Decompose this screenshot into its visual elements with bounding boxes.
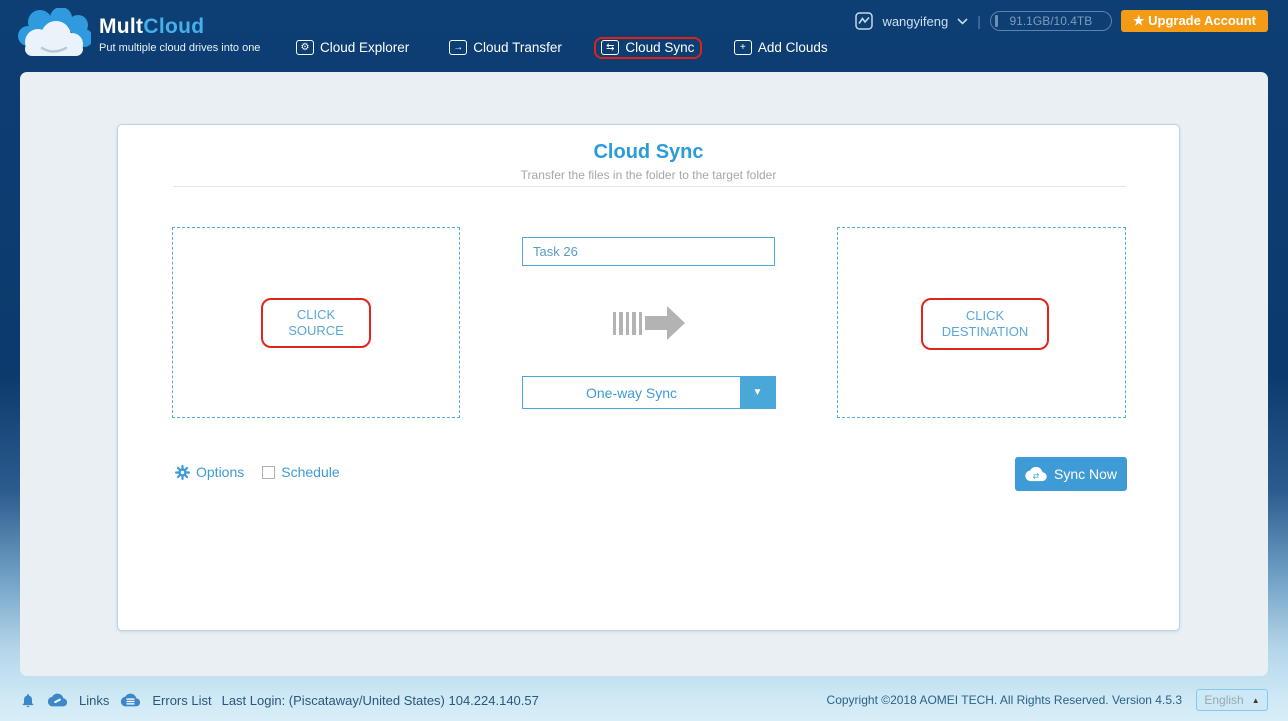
- chevron-down-icon[interactable]: [957, 17, 968, 25]
- nav-item-cloud-sync[interactable]: ⇆ Cloud Sync: [593, 36, 702, 59]
- cloud-link-icon[interactable]: [46, 692, 69, 708]
- folder-sync-icon: ⇆: [601, 40, 620, 55]
- svg-text:⇄: ⇄: [1033, 471, 1040, 480]
- page-title: Cloud Sync: [593, 141, 704, 163]
- last-login-text: Last Login: (Piscataway/United States) 1…: [221, 692, 539, 708]
- page-subtitle: Transfer the files in the folder to the …: [520, 168, 777, 182]
- errors-list-link[interactable]: Errors List: [152, 693, 211, 708]
- divider: [173, 186, 1126, 187]
- logo[interactable]: MultCloud Put multiple cloud drives into…: [16, 8, 260, 60]
- options-link[interactable]: Options: [196, 464, 244, 480]
- dropdown-arrow-icon[interactable]: ▼: [740, 377, 775, 408]
- nav-item-add-clouds[interactable]: + Add Clouds: [726, 36, 836, 59]
- sync-now-button[interactable]: ⇄ Sync Now: [1015, 457, 1127, 491]
- folder-gear-icon: ⚙: [296, 40, 314, 55]
- sync-mode-value: One-way Sync: [585, 384, 678, 401]
- upgrade-account-button[interactable]: ★ Upgrade Account: [1120, 10, 1268, 32]
- logo-text: MultCloud Put multiple cloud drives into…: [99, 15, 260, 54]
- folder-plus-icon: +: [733, 40, 752, 55]
- sync-now-label: Sync Now: [1053, 466, 1118, 482]
- nav-label: Cloud Explorer: [320, 40, 410, 55]
- links-link[interactable]: Links: [79, 693, 109, 708]
- folder-arrow-icon: →: [449, 40, 468, 55]
- brand-cloud: Cloud: [143, 14, 205, 38]
- click-source-label: CLICK SOURCE: [288, 307, 344, 338]
- sync-mode-dropdown[interactable]: One-way Sync ▼: [522, 376, 776, 409]
- nav-label: Add Clouds: [757, 40, 828, 55]
- brand-name: MultCloud: [99, 15, 260, 39]
- storage-usage-text: 91.1GB/10.4TB: [1009, 14, 1093, 28]
- multcloud-app: MultCloud Put multiple cloud drives into…: [0, 0, 1288, 721]
- task-name-input[interactable]: [522, 237, 775, 266]
- language-selector[interactable]: English ▲: [1196, 689, 1268, 711]
- bell-icon[interactable]: [20, 692, 36, 709]
- cloud-list-icon[interactable]: [119, 692, 142, 708]
- copyright-text: Copyright ©2018 AOMEI TECH. All Rights R…: [826, 693, 1182, 707]
- gear-icon[interactable]: [175, 464, 190, 480]
- brand-mult: Mult: [99, 14, 144, 38]
- cloud-sync-icon: ⇄: [1025, 466, 1047, 482]
- footer: Links Errors List Last Login: (Piscatawa…: [0, 679, 1288, 721]
- brand-tagline: Put multiple cloud drives into one: [99, 41, 261, 54]
- user-bar: wangyifeng | 91.1GB/10.4TB ★ Upgrade Acc…: [855, 10, 1268, 32]
- storage-usage-badge[interactable]: 91.1GB/10.4TB: [989, 11, 1112, 31]
- footer-left: Links Errors List Last Login: (Piscatawa…: [20, 692, 539, 709]
- separator: |: [977, 13, 981, 29]
- click-destination-label: CLICK DESTINATION: [941, 308, 1029, 339]
- transfer-direction-arrow-icon: [613, 305, 686, 341]
- main-nav: ⚙ Cloud Explorer → Cloud Transfer ⇆ Clou…: [288, 36, 836, 59]
- multcloud-logo-icon: [18, 8, 91, 56]
- username[interactable]: wangyifeng: [882, 14, 948, 29]
- nav-item-cloud-transfer[interactable]: → Cloud Transfer: [441, 36, 570, 59]
- schedule-checkbox[interactable]: [262, 465, 276, 479]
- schedule-label[interactable]: Schedule: [281, 464, 339, 480]
- footer-right: Copyright ©2018 AOMEI TECH. All Rights R…: [827, 689, 1268, 711]
- nav-item-cloud-explorer[interactable]: ⚙ Cloud Explorer: [288, 36, 417, 59]
- nav-label: Cloud Sync: [625, 40, 695, 55]
- nav-label: Cloud Transfer: [473, 40, 562, 55]
- user-avatar-icon[interactable]: [855, 12, 874, 30]
- annotation-click-destination: CLICK DESTINATION: [921, 298, 1049, 350]
- language-value: English: [1204, 693, 1244, 707]
- chevron-up-icon: ▲: [1251, 695, 1260, 705]
- header: MultCloud Put multiple cloud drives into…: [0, 0, 1288, 72]
- cloud-sync-card: Cloud Sync Transfer the files in the fol…: [117, 124, 1180, 631]
- options-row: Options Schedule: [175, 464, 340, 480]
- storage-fill-bar: [994, 15, 998, 27]
- annotation-click-source: CLICK SOURCE: [261, 298, 371, 348]
